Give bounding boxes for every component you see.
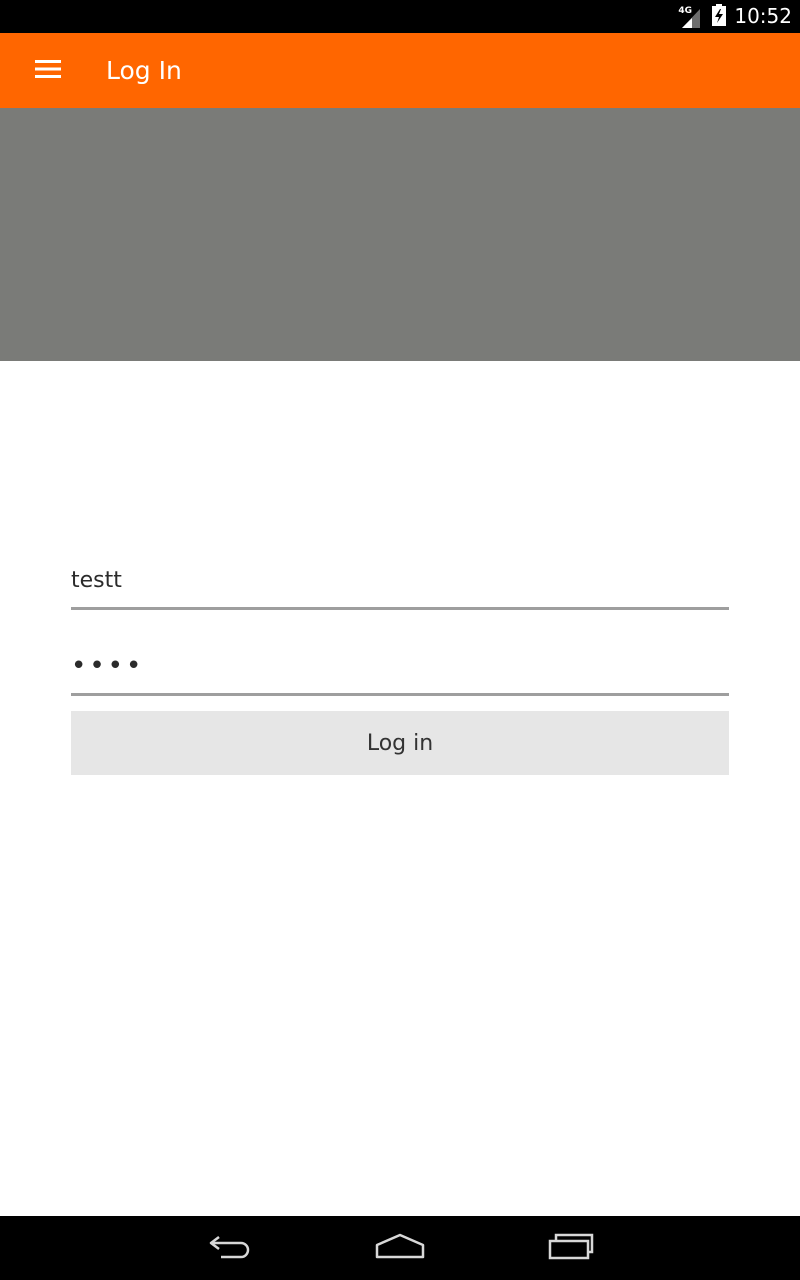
- password-field[interactable]: [71, 640, 729, 696]
- back-button[interactable]: [190, 1224, 270, 1272]
- status-time: 10:52: [734, 4, 792, 28]
- recents-button[interactable]: [531, 1224, 611, 1272]
- menu-button[interactable]: [22, 45, 74, 97]
- header-banner: [0, 108, 800, 361]
- menu-icon: [34, 59, 62, 83]
- username-input[interactable]: [71, 554, 729, 606]
- status-icons: 4G 10:52: [678, 0, 792, 33]
- recents-icon: [547, 1232, 595, 1264]
- system-nav-bar: [0, 1216, 800, 1280]
- back-icon: [207, 1233, 253, 1263]
- page-title: Log In: [106, 56, 182, 85]
- battery-icon: [712, 3, 727, 30]
- network-type-label: 4G: [678, 5, 693, 16]
- login-button[interactable]: Log in: [71, 711, 729, 775]
- home-icon: [375, 1233, 425, 1263]
- app-bar: Log In: [0, 33, 800, 108]
- signal-icon: 4G: [678, 6, 704, 28]
- password-input[interactable]: [71, 640, 729, 692]
- banner-notch: [0, 355, 800, 361]
- home-button[interactable]: [360, 1224, 440, 1272]
- status-bar: 4G 10:52: [0, 0, 800, 33]
- username-field[interactable]: [71, 554, 729, 610]
- username-underline: [71, 607, 729, 610]
- password-underline: [71, 693, 729, 696]
